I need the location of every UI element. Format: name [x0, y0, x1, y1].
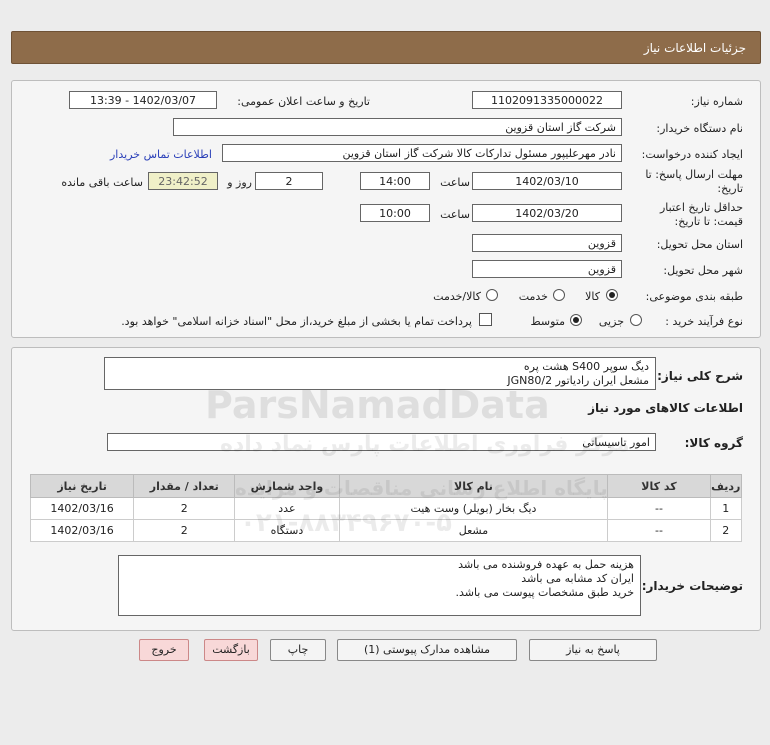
process-option-medium: متوسط [530, 315, 565, 328]
category-radio-goods-service[interactable] [486, 289, 498, 301]
remaining-label: ساعت باقی مانده [61, 176, 143, 189]
col-row: ردیف [709, 474, 743, 498]
notes-line-2: ایران کد مشابه می باشد [521, 572, 634, 585]
reply-button[interactable]: پاسخ به نیاز [529, 639, 657, 661]
validity-time-field: 10:00 [360, 204, 430, 222]
creator-label: ایجاد کننده درخواست: [641, 148, 743, 161]
remaining-time-field: 23:42:52 [148, 172, 218, 190]
print-button[interactable]: چاپ [270, 639, 326, 661]
goods-qty: 2 [133, 519, 236, 542]
attachments-button[interactable]: مشاهده مدارک پیوستی (1) [337, 639, 517, 661]
goods-group-label: گروه کالا: [684, 436, 743, 450]
table-header-row: ردیف کد کالا نام کالا واحد شمارش تعداد /… [29, 474, 743, 498]
back-button[interactable]: بازگشت [204, 639, 258, 661]
summary-line-2: مشعل ایران رادیاتور JGN80/2 [507, 374, 649, 387]
city-field: قزوین [472, 260, 622, 278]
category-option-service: خدمت [518, 290, 548, 303]
need-number-field: 1102091335000022 [472, 91, 622, 109]
goods-info-title: اطلاعات کالاهای مورد نیاز [588, 401, 743, 415]
category-option-goods: کالا [585, 290, 600, 303]
goods-name: دیگ بخار (بویلر) وست هیت [338, 497, 609, 520]
validity-date-field: 1402/03/20 [472, 204, 622, 222]
goods-unit: عدد [234, 497, 340, 520]
notes-line-3: خرید طبق مشخصات پیوست می باشد. [455, 586, 634, 599]
page-header: جزئیات اطلاعات نیاز [11, 31, 761, 64]
summary-box: دیگ سوپر S400 هشت پره مشعل ایران رادیاتو… [104, 357, 656, 390]
deadline-time-label: ساعت [440, 176, 470, 189]
row-number: 1 [709, 497, 743, 520]
goods-name: مشعل [338, 519, 609, 542]
province-label: استان محل تحویل: [656, 238, 743, 251]
page-title: جزئیات اطلاعات نیاز [643, 41, 746, 55]
table-row: 2 -- مشعل دستگاه 2 1402/03/16 [29, 519, 743, 542]
buyer-label: نام دستگاه خریدار: [656, 122, 743, 135]
buyer-field: شرکت گاز استان قزوین [173, 118, 622, 136]
province-field: قزوین [472, 234, 622, 252]
col-unit: واحد شمارش [234, 474, 340, 498]
category-radio-service[interactable] [553, 289, 565, 301]
category-radio-goods[interactable] [606, 289, 618, 301]
city-label: شهر محل تحویل: [663, 264, 743, 277]
goods-table: ردیف کد کالا نام کالا واحد شمارش تعداد /… [29, 474, 743, 542]
deadline-label-2: تاریخ: [717, 182, 743, 195]
summary-label: شرح کلی نیاز: [657, 369, 743, 383]
process-radio-medium[interactable] [570, 314, 582, 326]
need-number-label: شماره نیاز: [690, 95, 743, 108]
process-option-minor: جزیی [598, 315, 624, 328]
deadline-time-field: 14:00 [360, 172, 430, 190]
validity-label-2: قیمت: تا تاریخ: [674, 215, 743, 228]
deadline-label-1: مهلت ارسال پاسخ: تا [645, 168, 743, 181]
treasury-payment-note: پرداخت تمام یا بخشی از مبلغ خرید،از محل … [121, 315, 472, 328]
notes-line-1: هزینه حمل به عهده فروشنده می باشد [458, 558, 634, 571]
category-option-goods-service: کالا/خدمت [433, 290, 481, 303]
table-row: 1 -- دیگ بخار (بویلر) وست هیت عدد 2 1402… [29, 497, 743, 520]
category-label: طبقه بندی موضوعی: [645, 290, 743, 303]
goods-need-date: 1402/03/16 [29, 519, 135, 542]
days-field: 2 [255, 172, 323, 190]
buyer-notes-box: هزینه حمل به عهده فروشنده می باشد ایران … [118, 555, 641, 616]
validity-time-label: ساعت [440, 208, 470, 221]
goods-code: -- [607, 519, 711, 542]
goods-group-field: امور تاسیساتی [107, 433, 656, 451]
row-number: 2 [709, 519, 743, 542]
col-name: نام کالا [338, 474, 609, 498]
exit-button[interactable]: خروج [139, 639, 189, 661]
validity-label-1: حداقل تاریخ اعتبار [659, 201, 743, 214]
summary-line-1: دیگ سوپر S400 هشت پره [523, 360, 649, 373]
buyer-notes-label: توضیحات خریدار: [641, 579, 743, 593]
col-qty: تعداد / مقدار [133, 474, 236, 498]
buyer-contact-link[interactable]: اطلاعات تماس خریدار [110, 148, 212, 161]
process-radio-minor[interactable] [630, 314, 642, 326]
col-date: تاریخ نیاز [29, 474, 135, 498]
days-label: روز و [227, 176, 252, 189]
treasury-payment-checkbox[interactable] [479, 313, 492, 326]
deadline-date-field: 1402/03/10 [472, 172, 622, 190]
announce-label: تاریخ و ساعت اعلان عمومی: [237, 95, 370, 108]
goods-qty: 2 [133, 497, 236, 520]
announce-field: 1402/03/07 - 13:39 [69, 91, 217, 109]
goods-code: -- [607, 497, 711, 520]
goods-unit: دستگاه [234, 519, 340, 542]
process-label: نوع فرآیند خرید : [665, 315, 743, 328]
creator-field: نادر مهرعلیپور مسئول تداركات كالا شرکت گ… [222, 144, 622, 162]
col-code: کد کالا [607, 474, 711, 498]
goods-need-date: 1402/03/16 [29, 497, 135, 520]
